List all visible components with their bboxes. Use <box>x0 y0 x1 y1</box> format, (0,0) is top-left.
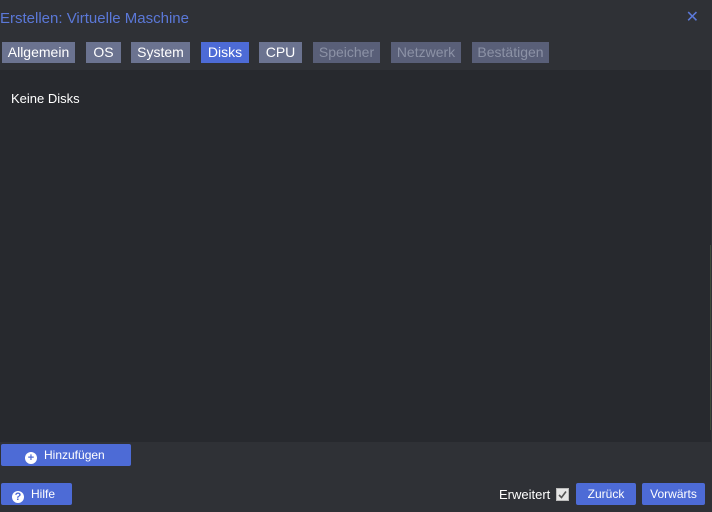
disks-panel: Keine Disks <box>0 70 711 442</box>
tab-disks[interactable]: Disks <box>201 42 249 63</box>
create-vm-dialog: Erstellen: Virtuelle Maschine ✕ Allgemei… <box>0 0 712 512</box>
close-icon[interactable]: ✕ <box>686 9 699 27</box>
tab-bestaetigen: Bestätigen <box>472 42 549 63</box>
tab-cpu[interactable]: CPU <box>259 42 302 63</box>
dialog-title: Erstellen: Virtuelle Maschine <box>0 10 189 27</box>
tab-speicher: Speicher <box>313 42 380 63</box>
back-button[interactable]: Zurück <box>576 483 636 505</box>
checkmark-icon <box>558 491 567 499</box>
advanced-label: Erweitert <box>499 487 551 502</box>
help-button[interactable]: ? Hilfe <box>1 483 72 505</box>
tab-allgemein[interactable]: Allgemein <box>2 42 75 63</box>
tab-system[interactable]: System <box>131 42 190 63</box>
empty-message: Keine Disks <box>11 91 80 106</box>
tab-netzwerk: Netzwerk <box>391 42 461 63</box>
panel-edge <box>710 245 711 430</box>
dialog-titlebar: Erstellen: Virtuelle Maschine ✕ <box>0 0 712 38</box>
next-button[interactable]: Vorwärts <box>642 483 705 505</box>
question-circle-icon: ? <box>12 491 24 503</box>
tab-os[interactable]: OS <box>86 42 121 63</box>
advanced-checkbox[interactable] <box>556 488 569 501</box>
add-button[interactable]: + Hinzufügen <box>1 444 131 466</box>
add-button-label: Hinzufügen <box>44 448 105 462</box>
plus-circle-icon: + <box>25 452 37 464</box>
help-button-label: Hilfe <box>31 487 56 501</box>
